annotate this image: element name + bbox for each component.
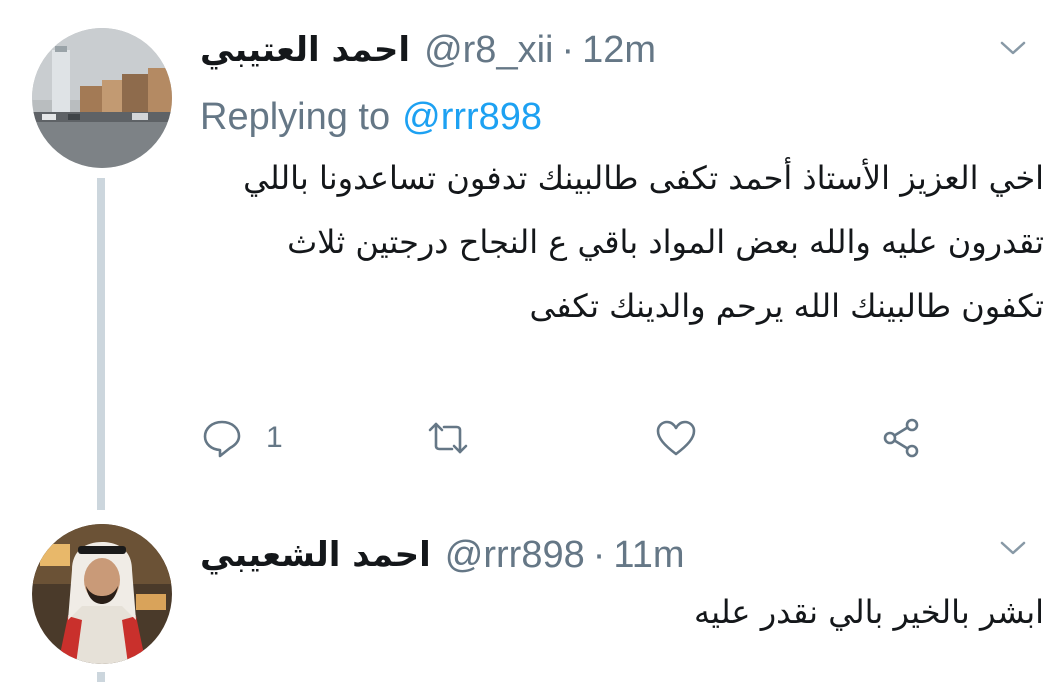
replying-to-link[interactable]: @rrr898 [402, 96, 542, 139]
avatar-portrait-photo [32, 524, 172, 664]
timestamp[interactable]: 11m [613, 534, 684, 577]
tweet-header: احمد الشعيبي @rrr898 · 11m [200, 530, 992, 580]
like-icon [656, 420, 696, 456]
reply-count: 1 [266, 421, 283, 454]
retweet-button[interactable] [426, 410, 470, 466]
avatar[interactable] [32, 524, 172, 664]
caret-down-icon[interactable] [998, 538, 1028, 558]
share-icon [883, 418, 919, 458]
display-name[interactable]: احمد الشعيبي [200, 535, 431, 575]
share-button[interactable] [880, 410, 924, 466]
reply-button[interactable]: 1 [200, 410, 283, 466]
handle[interactable]: @rrr898 [445, 534, 585, 577]
tweet-text: اخي العزيز الأستاذ أحمد تكفى طالبينك تدف… [243, 159, 1044, 325]
caret-down-icon[interactable] [998, 38, 1028, 58]
display-name[interactable]: احمد العتيبي [200, 30, 410, 70]
replying-to: Replying to @rrr898 [200, 92, 542, 142]
tweet-header: احمد العتيبي @r8_xii · 12m [200, 25, 992, 75]
separator-dot: · [561, 28, 575, 71]
tweet-2[interactable]: احمد الشعيبي @rrr898 · 11m ابشر بالخير ب… [0, 510, 1052, 682]
thread-line [97, 672, 105, 682]
retweet-icon [428, 422, 468, 454]
handle[interactable]: @r8_xii [424, 29, 553, 72]
reply-icon [203, 420, 241, 458]
separator-dot: · [592, 533, 606, 576]
like-button[interactable] [654, 410, 698, 466]
timestamp[interactable]: 12m [582, 29, 656, 72]
tweet-actions: 1 [200, 410, 960, 466]
thread-line [97, 178, 105, 510]
tweet-1[interactable]: احمد العتيبي @r8_xii · 12m Replying to @… [0, 0, 1052, 510]
avatar-city-photo [32, 28, 172, 168]
replying-prefix: Replying to [200, 95, 391, 138]
tweet-text: ابشر بالخير بالي نقدر عليه [694, 593, 1044, 631]
avatar[interactable] [32, 28, 172, 168]
